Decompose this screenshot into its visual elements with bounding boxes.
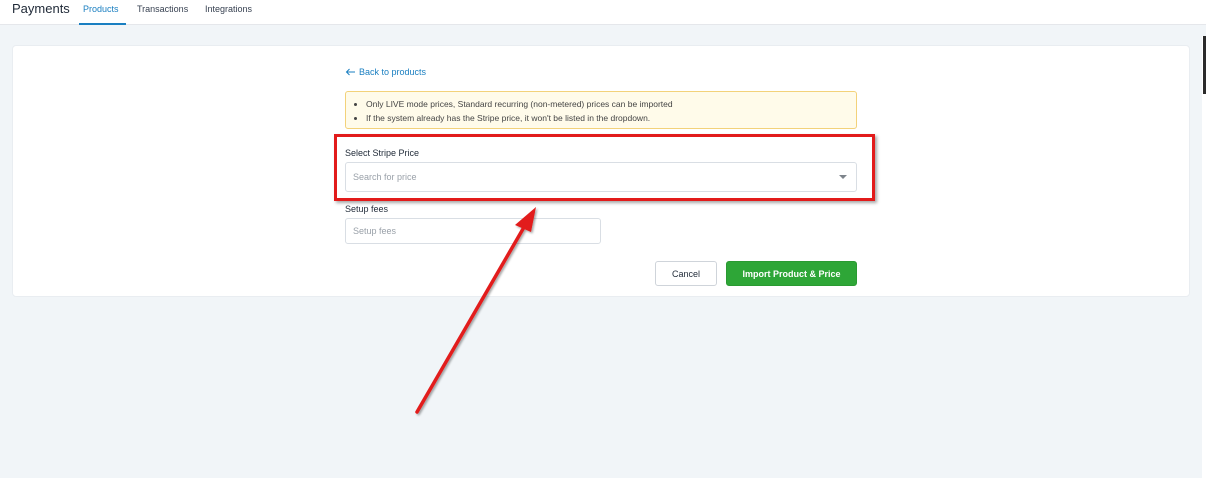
import-product-price-button[interactable]: Import Product & Price <box>726 261 857 286</box>
notice-item: Only LIVE mode prices, Standard recurrin… <box>354 97 848 111</box>
chevron-down-icon[interactable] <box>839 175 847 179</box>
select-placeholder: Search for price <box>353 172 417 182</box>
top-nav: Payments Products Transactions Integrati… <box>0 0 1206 25</box>
tab-products[interactable]: Products <box>79 4 126 25</box>
arrow-left-icon <box>345 68 355 76</box>
tab-transactions[interactable]: Transactions <box>137 4 188 25</box>
cancel-button[interactable]: Cancel <box>655 261 717 286</box>
import-notice: Only LIVE mode prices, Standard recurrin… <box>345 91 857 129</box>
setup-fees-input[interactable] <box>345 218 601 244</box>
notice-text: Only LIVE mode prices, Standard recurrin… <box>366 99 673 109</box>
back-link-label: Back to products <box>359 67 427 77</box>
stripe-price-select[interactable]: Search for price <box>345 162 857 192</box>
tab-integrations[interactable]: Integrations <box>205 4 252 25</box>
back-to-products-link[interactable]: Back to products <box>345 67 426 77</box>
setup-fees-label: Setup fees <box>345 204 389 214</box>
notice-item: If the system already has the Stripe pri… <box>354 111 848 125</box>
scrollbar[interactable] <box>1202 36 1206 478</box>
bullet-icon <box>354 102 357 106</box>
app-title: Payments <box>12 1 70 16</box>
select-stripe-price-label: Select Stripe Price <box>345 148 420 158</box>
bullet-icon <box>354 116 357 120</box>
notice-text: If the system already has the Stripe pri… <box>366 113 651 123</box>
